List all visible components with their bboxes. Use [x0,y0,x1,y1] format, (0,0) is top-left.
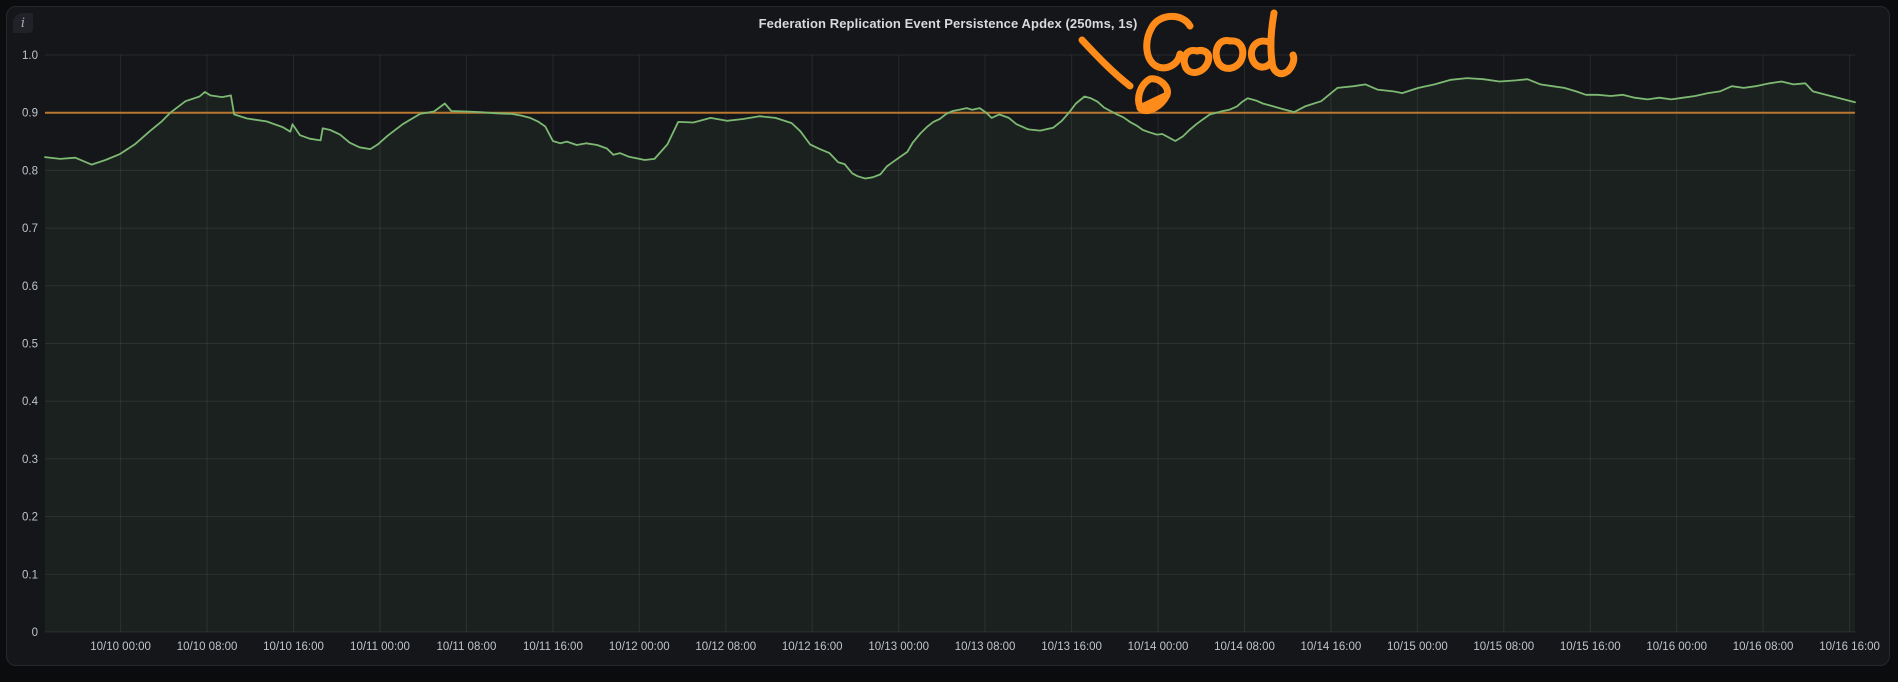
x-axis-label: 10/14 16:00 [1301,641,1362,653]
x-axis-label: 10/12 16:00 [782,641,843,653]
x-axis-label: 10/10 16:00 [263,641,324,653]
x-axis-label: 10/16 00:00 [1646,641,1707,653]
x-axis-label: 10/14 08:00 [1214,641,1275,653]
chart-plot-area[interactable] [45,55,1855,632]
y-axis-label: 0.9 [22,108,38,120]
x-axis-label: 10/15 16:00 [1560,641,1621,653]
x-axis-label: 10/15 00:00 [1387,641,1448,653]
y-axis-label: 0.5 [22,339,38,351]
x-axis-label: 10/11 00:00 [350,641,410,653]
y-axis-label: 0 [32,627,38,639]
y-axis-label: 0.2 [22,512,38,524]
x-axis-label: 10/14 00:00 [1128,641,1189,653]
time-series-chart: 1.0 0.9 0.8 0.7 0.6 0.5 0.4 0.3 0.2 0.1 0 10/10 00:… [0,0,1898,682]
x-axis-label: 10/13 00:00 [868,641,929,653]
panel-title[interactable]: Federation Replication Event Persistence… [7,16,1889,31]
x-axis-label: 10/11 08:00 [436,641,496,653]
x-axis-label: 10/11 16:00 [523,641,583,653]
y-axis-label: 1.0 [22,50,38,62]
y-axis-label: 0.3 [22,454,38,466]
x-axis-label: 10/10 00:00 [90,641,151,653]
y-axis-label: 0.8 [22,165,38,177]
y-axis: 1.0 0.9 0.8 0.7 0.6 0.5 0.4 0.3 0.2 0.1 0 [22,50,39,639]
x-axis-label: 10/16 16:00 [1819,641,1880,653]
x-axis-label: 10/10 08:00 [177,641,238,653]
y-axis-label: 0.1 [22,569,38,581]
x-axis-label: 10/12 08:00 [695,641,756,653]
y-axis-label: 0.7 [22,223,38,235]
x-axis-label: 10/13 08:00 [955,641,1016,653]
y-axis-label: 0.4 [22,396,39,408]
x-axis-label: 10/12 00:00 [609,641,670,653]
x-axis-label: 10/16 08:00 [1733,641,1794,653]
x-axis-label: 10/15 08:00 [1473,641,1534,653]
x-axis: 10/10 00:00 10/10 08:00 10/10 16:00 10/11 0… [90,641,1880,653]
y-axis-label: 0.6 [22,281,38,293]
x-axis-label: 10/13 16:00 [1041,641,1102,653]
